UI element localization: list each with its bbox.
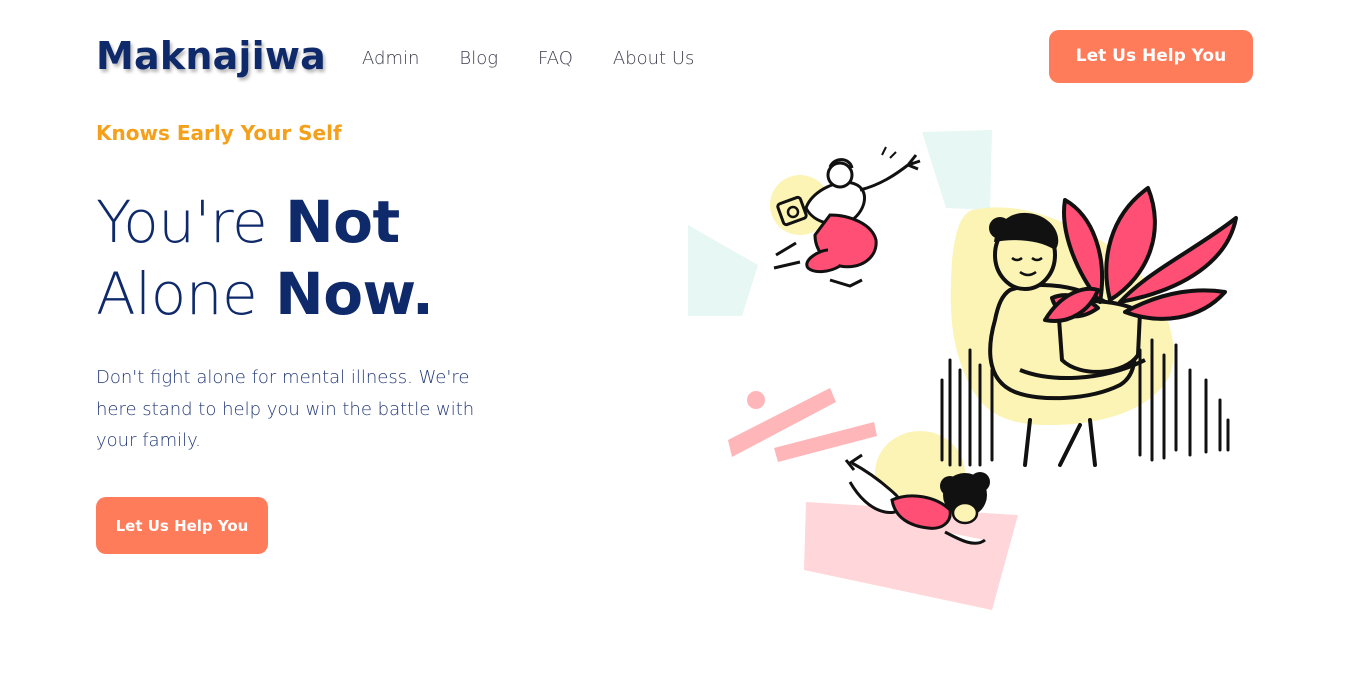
people-with-plant-illustration	[688, 130, 1238, 610]
headline-line1-bold: Not	[285, 188, 400, 256]
nav-about-us[interactable]: About Us	[613, 48, 695, 69]
hero-headline: You're Not Alone Now.	[96, 186, 434, 330]
brand-logo[interactable]: Maknajiwa	[96, 37, 326, 75]
pink-dot	[747, 391, 765, 409]
mint-shape-top	[922, 130, 992, 210]
mint-shape-left	[688, 225, 758, 316]
nav-faq[interactable]: FAQ	[538, 48, 573, 69]
headline-line2-light: Alone	[96, 260, 276, 328]
jumping-person	[773, 146, 921, 288]
headline-line1-light: You're	[96, 188, 286, 256]
stool	[1023, 418, 1097, 467]
header-help-button[interactable]: Let Us Help You	[1049, 29, 1253, 83]
hero-eyebrow: Knows Early Your Self	[96, 121, 342, 145]
nav-admin[interactable]: Admin	[362, 48, 419, 69]
nav-blog[interactable]: Blog	[459, 48, 498, 69]
hero-description: Don't fight alone for mental illness. We…	[96, 367, 475, 451]
landing-page: Maknajiwa Admin Blog FAQ About Us Let Us…	[0, 0, 1349, 682]
main-nav: Admin Blog FAQ About Us	[362, 48, 694, 69]
hero-help-button[interactable]: Let Us Help You	[96, 497, 268, 554]
site-header: Maknajiwa Admin Blog FAQ About Us Let Us…	[96, 24, 1253, 88]
headline-line2-bold: Now.	[275, 260, 434, 328]
